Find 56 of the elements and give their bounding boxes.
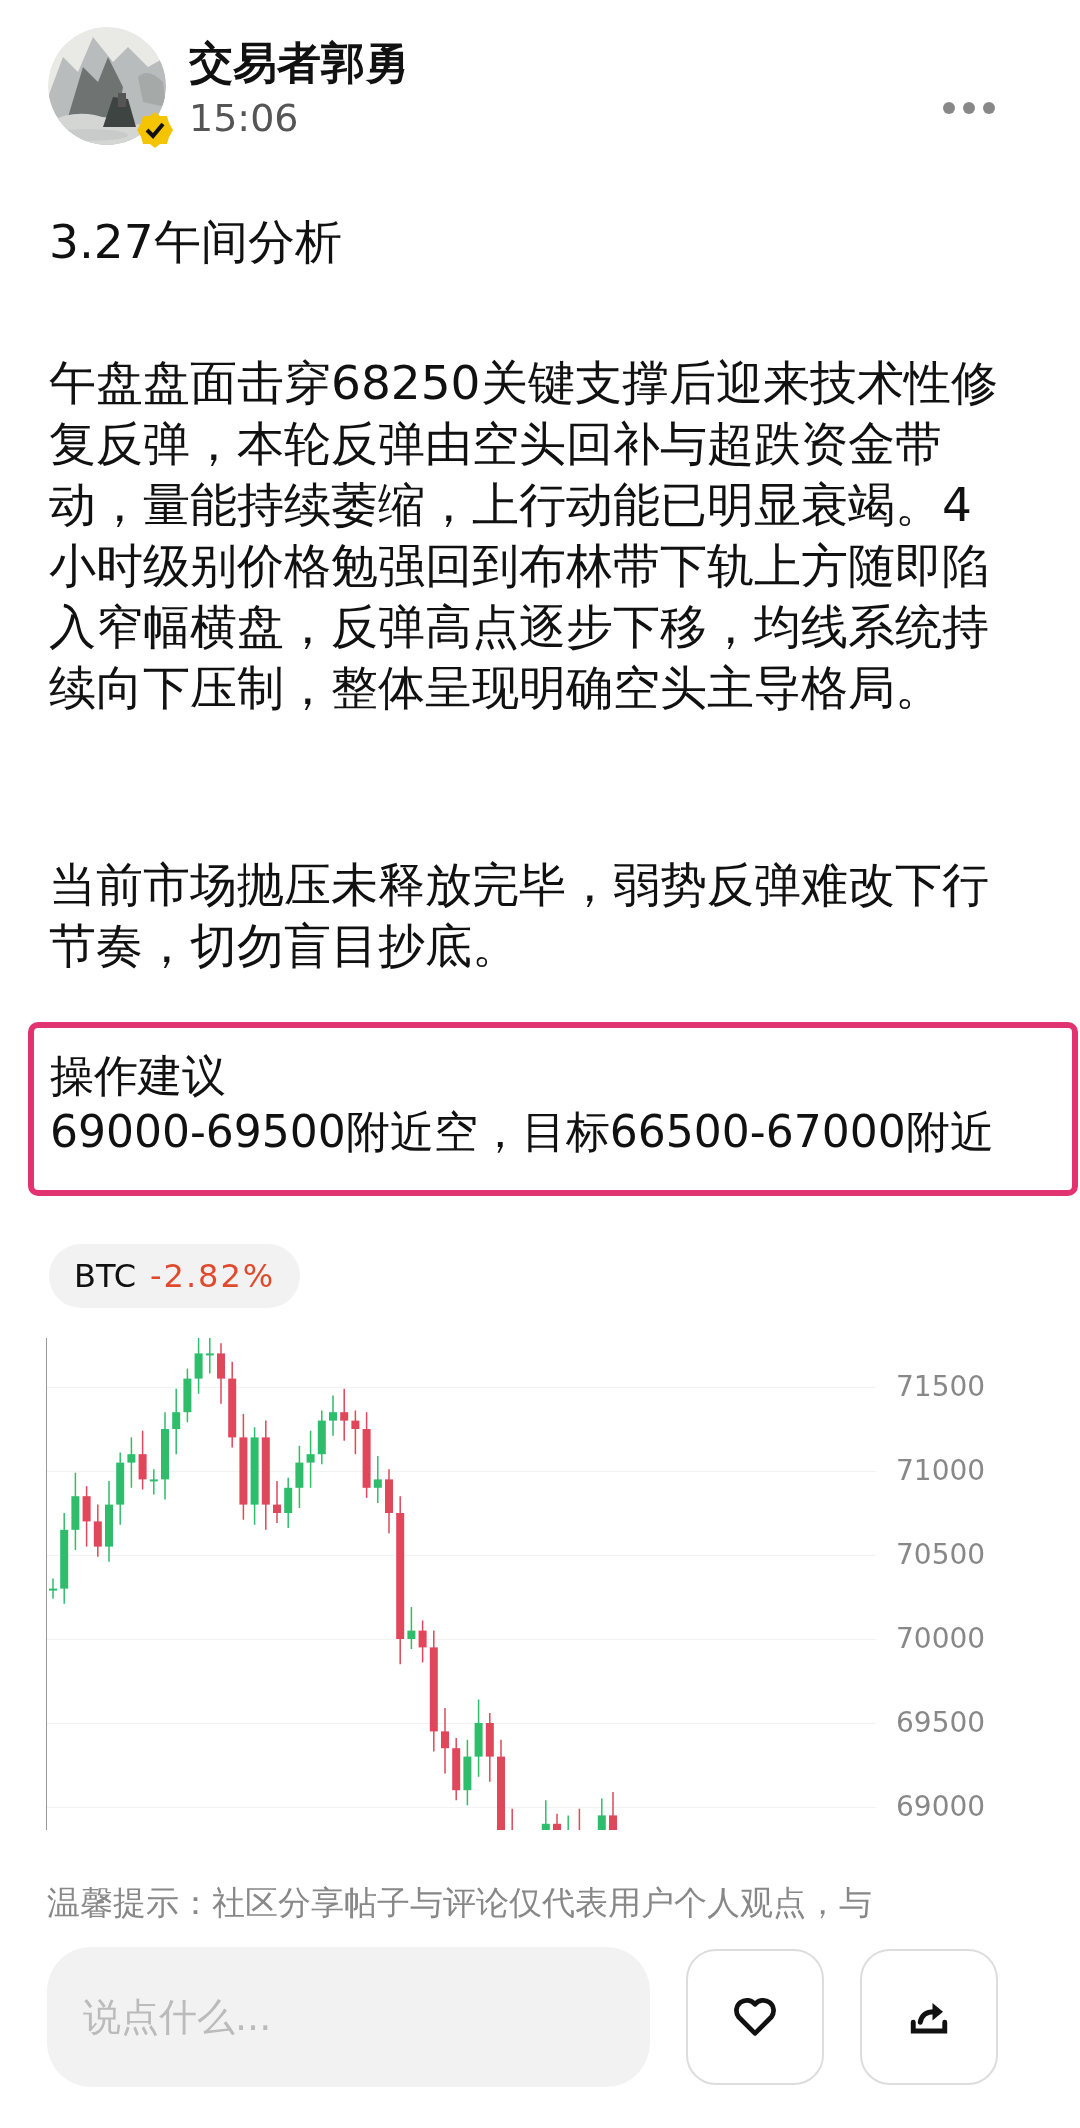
post-paragraph: 当前市场抛压未释放完毕，弱势反弹难改下行节奏，切勿盲目抄底。 xyxy=(49,856,990,975)
candlestick xyxy=(452,1737,461,1802)
candlestick xyxy=(597,1797,606,1830)
axis-label: 69500 xyxy=(896,1706,986,1740)
candlestick xyxy=(93,1503,102,1558)
candlestick xyxy=(138,1429,147,1491)
candlestick xyxy=(485,1712,494,1783)
candlestick xyxy=(149,1468,158,1496)
candlestick xyxy=(541,1799,550,1830)
ticker-symbol: BTC xyxy=(74,1256,136,1297)
candlestick xyxy=(373,1455,382,1504)
heart-icon xyxy=(733,1997,777,2037)
post-paragraph: 午盘盘面击穿68250关键支撑后迎来技术性修复反弹，本轮反弹由空头回补与超跌资金带动，量能持续萎缩，上行动能已明显衰竭。4小时级别价格勉强回到布林带下轨上方随即陷入窄幅横盘，反弹高点逐步下移，均线系统持续向下压制，整体呈现明确空头主导格局。 xyxy=(49,354,999,717)
candlestick xyxy=(418,1619,427,1664)
candlestick xyxy=(284,1476,293,1529)
candlestick xyxy=(340,1387,349,1442)
candlestick xyxy=(351,1409,360,1455)
share-button[interactable] xyxy=(860,1949,998,2085)
axis-label: 69000 xyxy=(896,1790,986,1824)
verified-badge-icon xyxy=(136,111,174,149)
more-icon[interactable] xyxy=(942,101,996,115)
candlestick xyxy=(567,1814,569,1830)
candlestick xyxy=(329,1394,337,1437)
candlestick xyxy=(49,1577,57,1600)
ticker-change: -2.82% xyxy=(149,1256,276,1297)
ticker-tag[interactable]: BTC -2.82% xyxy=(49,1244,301,1308)
candlestick xyxy=(217,1342,225,1405)
candlestick xyxy=(463,1739,472,1807)
post-time: 15:06 xyxy=(189,95,300,142)
candlestick xyxy=(127,1436,136,1489)
axis-label: 70000 xyxy=(896,1622,986,1656)
axis-label: 71500 xyxy=(896,1370,986,1404)
candlestick xyxy=(194,1338,203,1395)
candlestick xyxy=(183,1367,192,1424)
candlestick xyxy=(82,1485,91,1548)
candlestick xyxy=(385,1468,393,1534)
candlestick xyxy=(609,1791,617,1830)
axis-label: 71000 xyxy=(896,1454,986,1488)
candlestick xyxy=(317,1409,326,1466)
axis-label: 70500 xyxy=(896,1538,986,1572)
disclaimer-text: 温馨提示：社区分享帖子与评论仅代表用户个人观点，与 xyxy=(47,1882,873,1924)
candlestick xyxy=(578,1807,581,1830)
candlestick xyxy=(441,1707,449,1775)
candlestick xyxy=(273,1480,281,1524)
candlestick xyxy=(306,1429,315,1489)
advice-title: 操作建议 xyxy=(50,1049,227,1103)
candlestick xyxy=(553,1812,561,1830)
candlestick xyxy=(511,1807,513,1830)
author-name[interactable]: 交易者郭勇 xyxy=(189,35,409,91)
candlestick xyxy=(205,1338,214,1375)
post-title: 3.27午间分析 xyxy=(49,213,343,271)
candlestick xyxy=(172,1387,181,1455)
advice-text: 69000-69500附近空，目标66500-67000附近 xyxy=(50,1105,995,1159)
candlestick xyxy=(407,1606,416,1650)
candlestick xyxy=(295,1445,304,1509)
like-button[interactable] xyxy=(686,1949,824,2085)
